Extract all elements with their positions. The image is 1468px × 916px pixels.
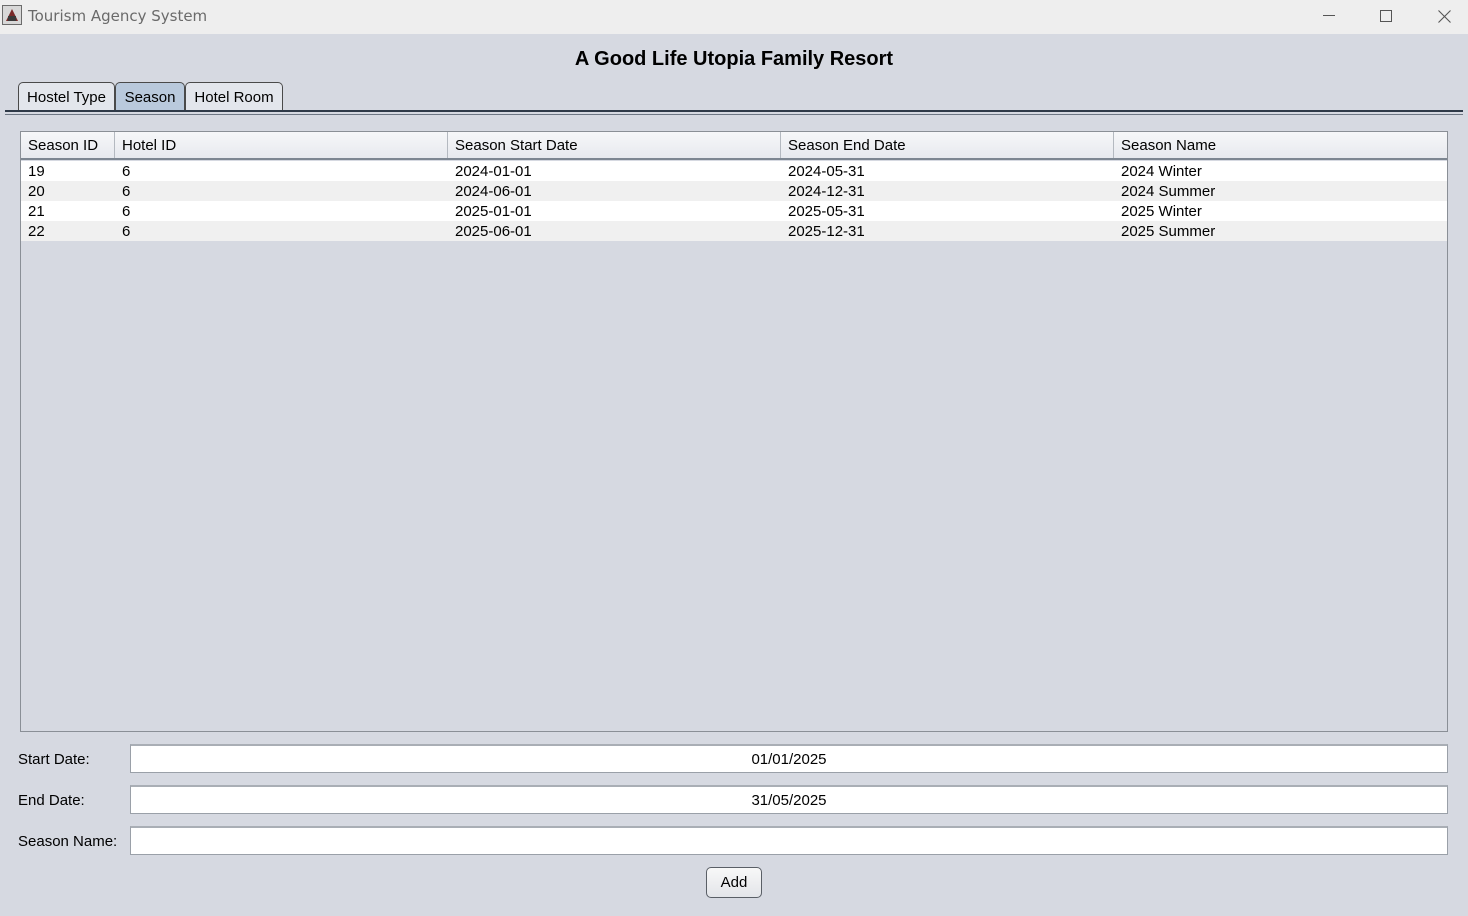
table-row[interactable]: 21 6 2025-01-01 2025-05-31 2025 Winter [21,201,1447,221]
tab-hotel-room[interactable]: Hotel Room [185,82,283,111]
cell-season-name: 2025 Summer [1121,223,1216,240]
cell-end-date: 2024-12-31 [788,183,865,200]
cell-end-date: 2024-05-31 [788,163,865,180]
tab-season[interactable]: Season [115,82,185,111]
cell-season-id: 20 [28,183,45,200]
window-title: Tourism Agency System [28,7,208,25]
tab-divider-shadow [5,114,1463,115]
add-button[interactable]: Add [706,867,762,898]
column-header-season-start-date[interactable]: Season Start Date [448,132,781,158]
season-table[interactable]: Season ID Hotel ID Season Start Date Sea… [20,131,1448,732]
cell-start-date: 2024-06-01 [455,183,532,200]
season-name-field[interactable] [130,826,1448,855]
start-date-label: Start Date: [18,751,90,768]
cell-end-date: 2025-12-31 [788,223,865,240]
maximize-icon[interactable] [1357,0,1415,32]
minimize-icon[interactable] [1300,0,1358,32]
cell-start-date: 2025-06-01 [455,223,532,240]
column-header-season-end-date[interactable]: Season End Date [781,132,1114,158]
start-date-field[interactable]: 01/01/2025 [130,744,1448,773]
table-row[interactable]: 22 6 2025-06-01 2025-12-31 2025 Summer [21,221,1447,241]
cell-season-id: 21 [28,203,45,220]
cell-start-date: 2024-01-01 [455,163,532,180]
cell-hotel-id: 6 [122,183,131,200]
cell-season-id: 19 [28,163,45,180]
cell-season-id: 22 [28,223,45,240]
java-cup-icon [2,5,22,25]
table-row[interactable]: 20 6 2024-06-01 2024-12-31 2024 Summer [21,181,1447,201]
table-row[interactable]: 19 6 2024-01-01 2024-05-31 2024 Winter [21,161,1447,181]
close-icon[interactable] [1415,0,1468,32]
cell-season-name: 2024 Winter [1121,163,1202,180]
column-header-hotel-id[interactable]: Hotel ID [115,132,448,158]
page-title: A Good Life Utopia Family Resort [574,48,894,70]
column-header-season-id[interactable]: Season ID [21,132,115,158]
cell-start-date: 2025-01-01 [455,203,532,220]
tab-divider [5,110,1463,112]
cell-hotel-id: 6 [122,223,131,240]
cell-hotel-id: 6 [122,203,131,220]
season-name-label: Season Name: [18,833,118,850]
end-date-field[interactable]: 31/05/2025 [130,785,1448,814]
cell-end-date: 2025-05-31 [788,203,865,220]
cell-hotel-id: 6 [122,163,131,180]
end-date-label: End Date: [18,792,85,809]
column-header-season-name[interactable]: Season Name [1114,132,1447,158]
cell-season-name: 2024 Summer [1121,183,1216,200]
window-titlebar: Tourism Agency System [0,0,1468,34]
cell-season-name: 2025 Winter [1121,203,1202,220]
tab-hostel-type[interactable]: Hostel Type [18,82,115,111]
table-header: Season ID Hotel ID Season Start Date Sea… [21,132,1447,160]
